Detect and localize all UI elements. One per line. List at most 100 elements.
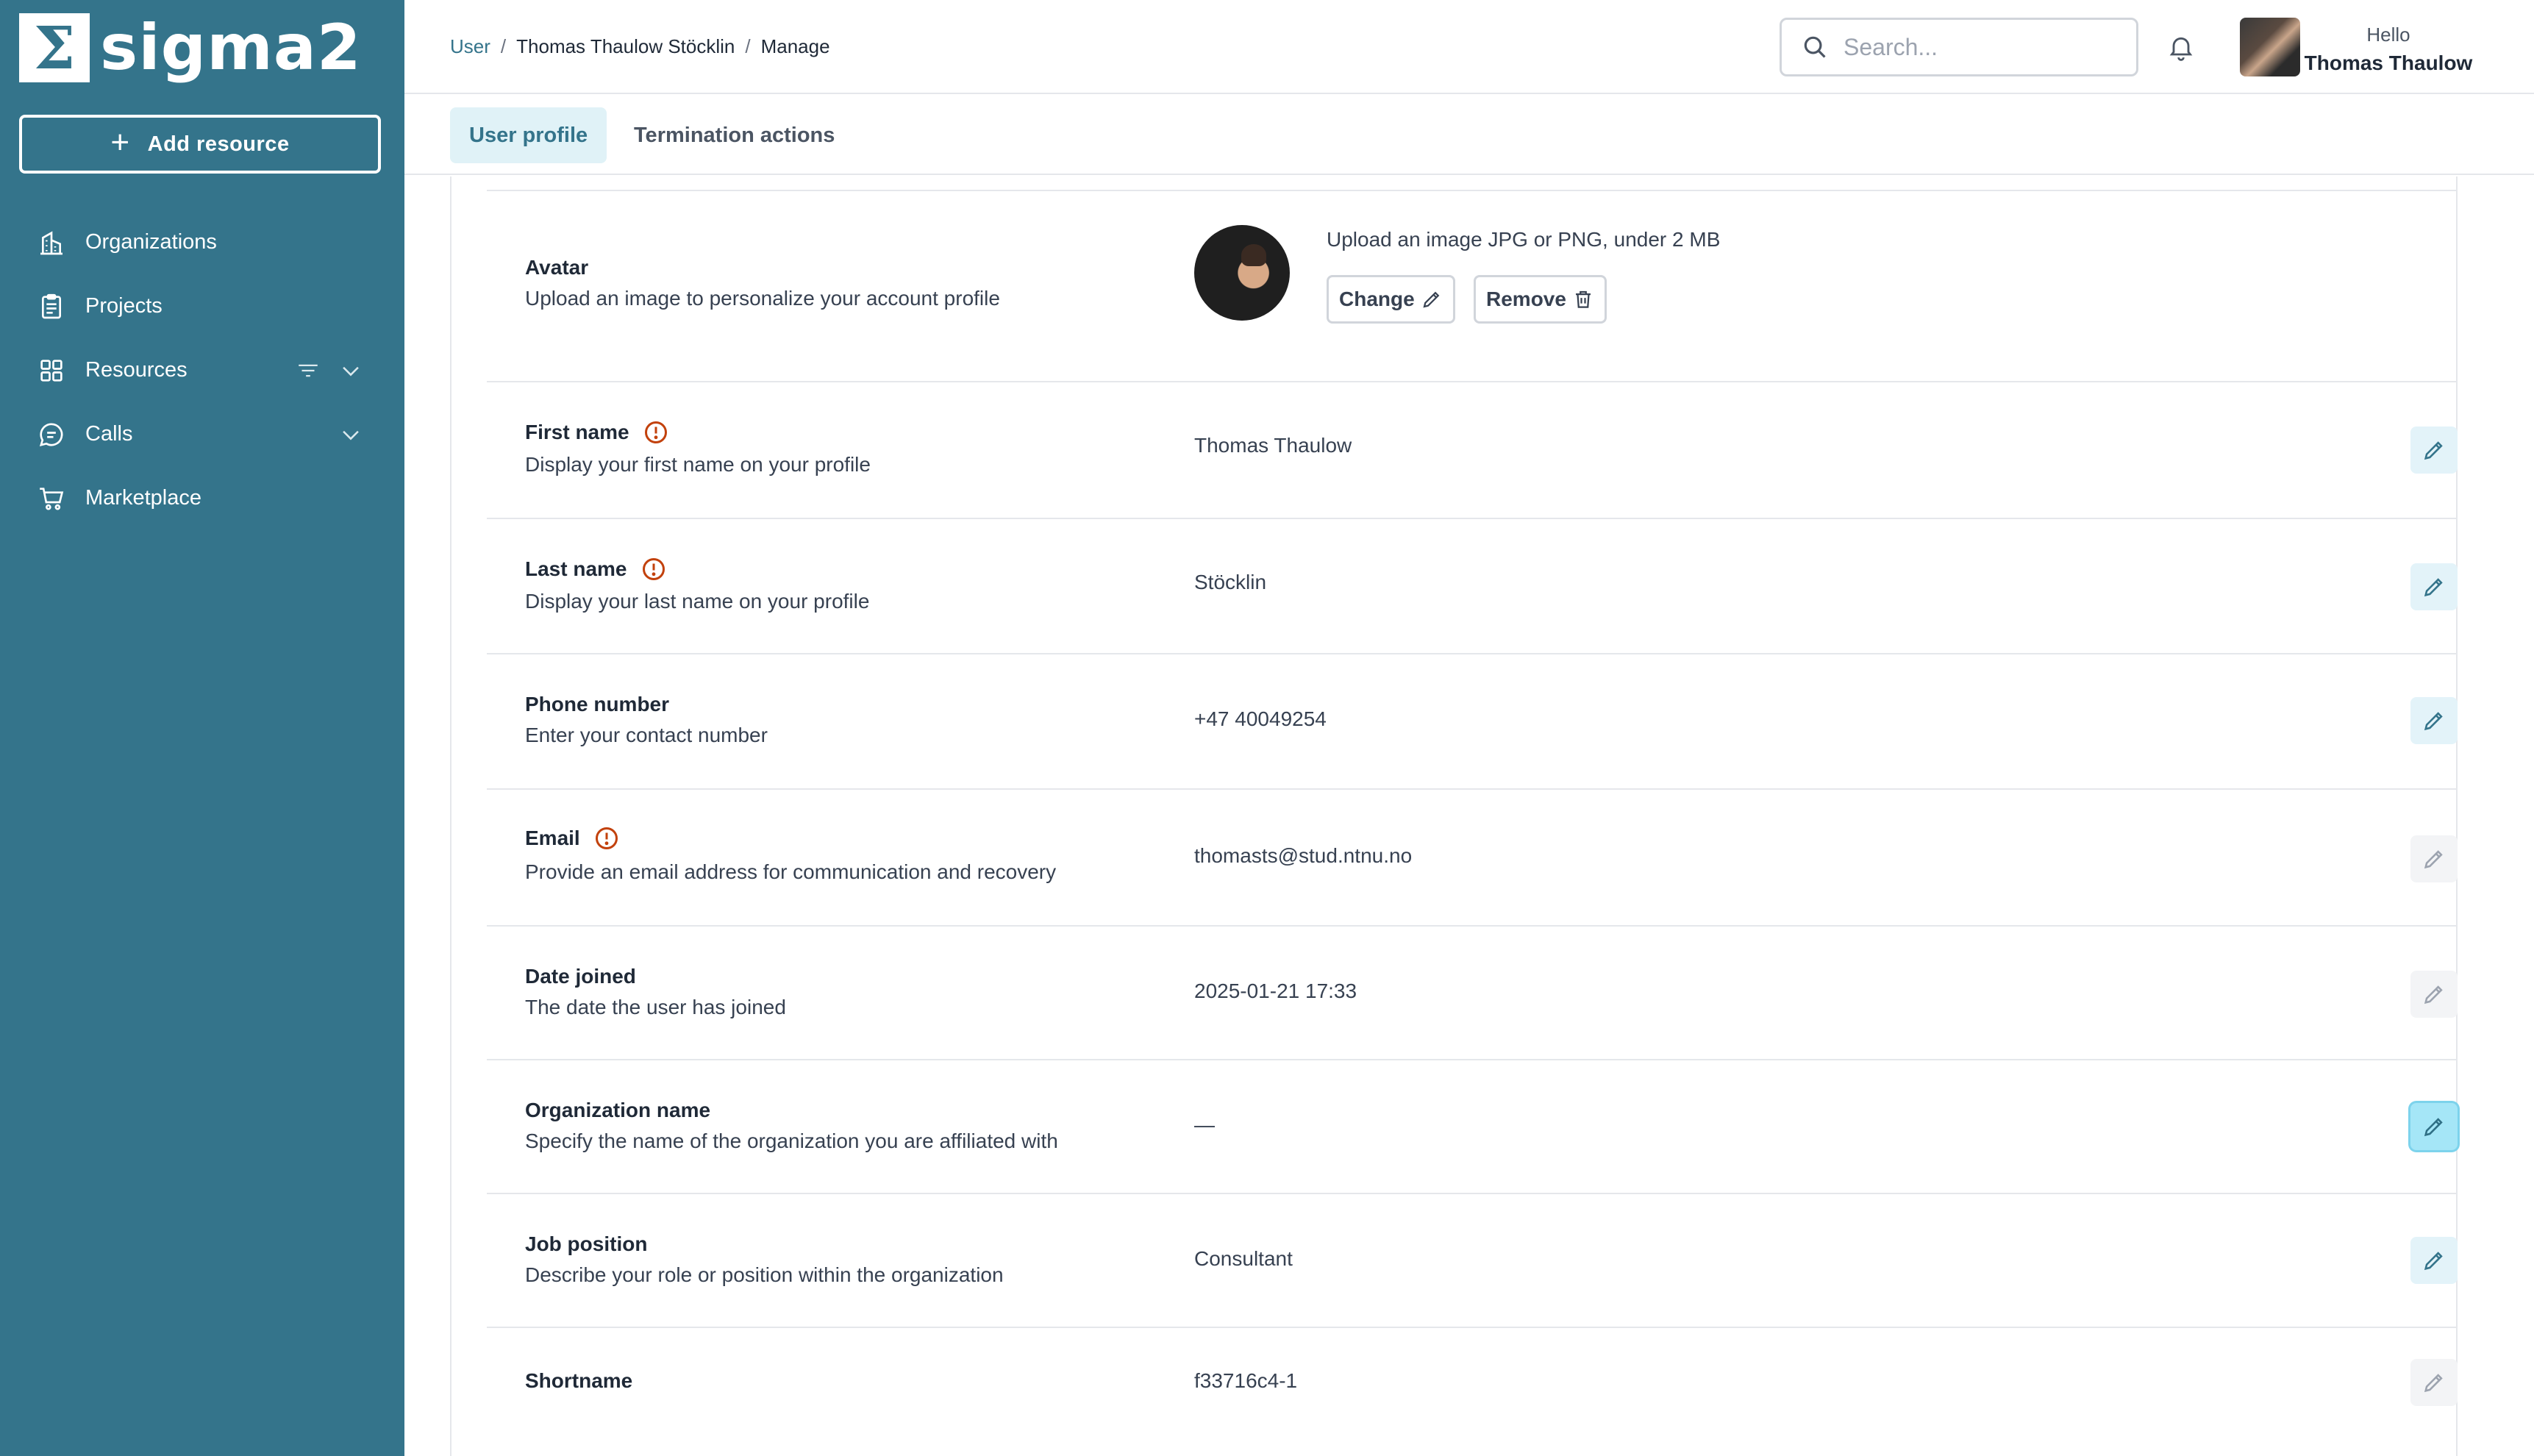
sidebar-nav: Organizations Projects Resources Calls M… (0, 210, 404, 530)
pencil-icon (1423, 291, 1440, 308)
field-label: Last name (525, 556, 667, 582)
field-label: Shortname (525, 1369, 633, 1392)
search-icon (1804, 36, 1826, 58)
job-position-row: Job position Describe your role or posit… (487, 1194, 2458, 1328)
search-input[interactable] (1844, 33, 2123, 61)
pencil-icon (2424, 850, 2443, 869)
breadcrumb-separator: / (500, 35, 507, 57)
search-box[interactable] (1780, 18, 2138, 76)
warning-icon (595, 827, 618, 849)
tab-user-profile[interactable]: User profile (450, 107, 607, 163)
sidebar-item-marketplace[interactable]: Marketplace (0, 466, 404, 530)
edit-first-name-button[interactable] (2410, 427, 2458, 474)
sidebar: Σ sigma2 + Add resource Organizations Pr… (0, 0, 404, 1456)
pencil-icon (2424, 441, 2443, 460)
phone-number-row: Phone number Enter your contact number +… (487, 654, 2458, 790)
field-description: Upload an image to personalize your acco… (525, 287, 1000, 310)
chevron-down-icon[interactable] (338, 422, 363, 447)
field-description: The date the user has joined (525, 996, 786, 1018)
brand-name: sigma2 (100, 11, 362, 85)
sidebar-item-projects[interactable]: Projects (0, 274, 404, 338)
field-value: thomasts@stud.ntnu.no (1194, 844, 1413, 867)
edit-date-joined-button (2410, 971, 2458, 1018)
cart-icon (40, 487, 64, 510)
breadcrumb-current: Manage (760, 35, 830, 57)
breadcrumb-user-link[interactable]: User (450, 35, 490, 58)
field-label: Email (525, 825, 620, 852)
trash-icon (1575, 290, 1591, 308)
breadcrumb-separator: / (745, 35, 751, 57)
field-value: 2025-01-21 17:33 (1194, 979, 1357, 1002)
pencil-icon (2424, 1118, 2443, 1137)
add-resource-label: Add resource (147, 132, 290, 156)
field-description: Enter your contact number (525, 724, 768, 746)
edit-phone-number-button[interactable] (2410, 697, 2458, 744)
clipboard-icon (42, 293, 61, 318)
sidebar-item-resources[interactable]: Resources (0, 338, 404, 402)
avatar-image (1194, 225, 1290, 321)
sidebar-item-label: Organizations (85, 230, 217, 254)
bell-icon[interactable] (2166, 32, 2196, 62)
edit-job-position-button[interactable] (2410, 1237, 2458, 1284)
field-value: — (1194, 1113, 1215, 1136)
breadcrumb-user-name[interactable]: Thomas Thaulow Stöcklin (516, 35, 735, 58)
remove-avatar-button[interactable]: Remove (1474, 275, 1607, 324)
field-value: Stöcklin (1194, 571, 1267, 593)
pencil-icon (2424, 578, 2443, 597)
greeting: Hello (2366, 24, 2410, 46)
field-description: Specify the name of the organization you… (525, 1130, 1058, 1152)
sidebar-item-label: Resources (85, 358, 188, 382)
upload-hint: Upload an image JPG or PNG, under 2 MB (1327, 228, 1721, 251)
edit-email-button (2410, 835, 2458, 882)
pencil-icon (2424, 1252, 2443, 1271)
sidebar-item-organizations[interactable]: Organizations (0, 210, 404, 274)
warning-icon (644, 421, 667, 443)
filter-icon[interactable] (296, 358, 321, 383)
sigma-logo-icon: Σ (19, 13, 90, 82)
add-resource-button[interactable]: + Add resource (19, 115, 381, 174)
pencil-icon (2424, 985, 2443, 1004)
field-description: Display your last name on your profile (525, 590, 870, 613)
pencil-icon (2424, 1374, 2443, 1393)
edit-shortname-button (2410, 1359, 2458, 1406)
email-row: Email Provide an email address for commu… (487, 790, 2458, 927)
sidebar-item-label: Marketplace (85, 486, 201, 510)
field-description: Display your first name on your profile (525, 453, 871, 476)
field-label: Job position (525, 1232, 648, 1255)
field-label: Phone number (525, 693, 670, 715)
field-label: First name (525, 419, 669, 446)
change-avatar-button[interactable]: Change (1327, 275, 1455, 324)
tab-termination-actions[interactable]: Termination actions (615, 107, 854, 163)
sidebar-item-label: Calls (85, 422, 133, 446)
edit-organization-name-button[interactable] (2410, 1103, 2458, 1150)
warning-icon (642, 558, 665, 580)
shortname-row: Shortname f33716c4-1 (487, 1328, 2458, 1456)
user-name[interactable]: Thomas Thaulow (2300, 51, 2477, 75)
building-icon (40, 230, 63, 254)
field-label: Date joined (525, 965, 636, 988)
sidebar-item-label: Projects (85, 294, 163, 318)
field-value: Thomas Thaulow (1194, 434, 1352, 457)
organization-name-row: Organization name Specify the name of th… (487, 1060, 2458, 1194)
field-value: +47 40049254 (1194, 707, 1327, 730)
remove-label: Remove (1486, 288, 1566, 310)
field-value: f33716c4-1 (1194, 1369, 1298, 1392)
chevron-down-icon[interactable] (338, 358, 363, 383)
profile-form: Avatar Upload an image to personalize yo… (450, 176, 2458, 1456)
breadcrumb: User / Thomas Thaulow Stöcklin / Manage (450, 35, 830, 58)
avatar-row: Avatar Upload an image to personalize yo… (487, 191, 2458, 382)
top-header: User / Thomas Thaulow Stöcklin / Manage … (404, 0, 2534, 94)
field-description: Provide an email address for communicati… (525, 860, 1057, 883)
field-description: Describe your role or position within th… (525, 1263, 1004, 1286)
sidebar-item-calls[interactable]: Calls (0, 402, 404, 466)
grid-icon (40, 359, 63, 382)
first-name-row: First name Display your first name on yo… (487, 382, 2458, 519)
pencil-icon (2424, 712, 2443, 731)
chat-icon (39, 422, 63, 446)
user-avatar[interactable] (2240, 18, 2300, 76)
edit-last-name-button[interactable] (2410, 563, 2458, 610)
change-label: Change (1339, 288, 1415, 310)
field-label: Avatar (525, 256, 589, 279)
sigma2-logo[interactable]: Σ sigma2 (19, 13, 362, 82)
last-name-row: Last name Display your last name on your… (487, 519, 2458, 654)
